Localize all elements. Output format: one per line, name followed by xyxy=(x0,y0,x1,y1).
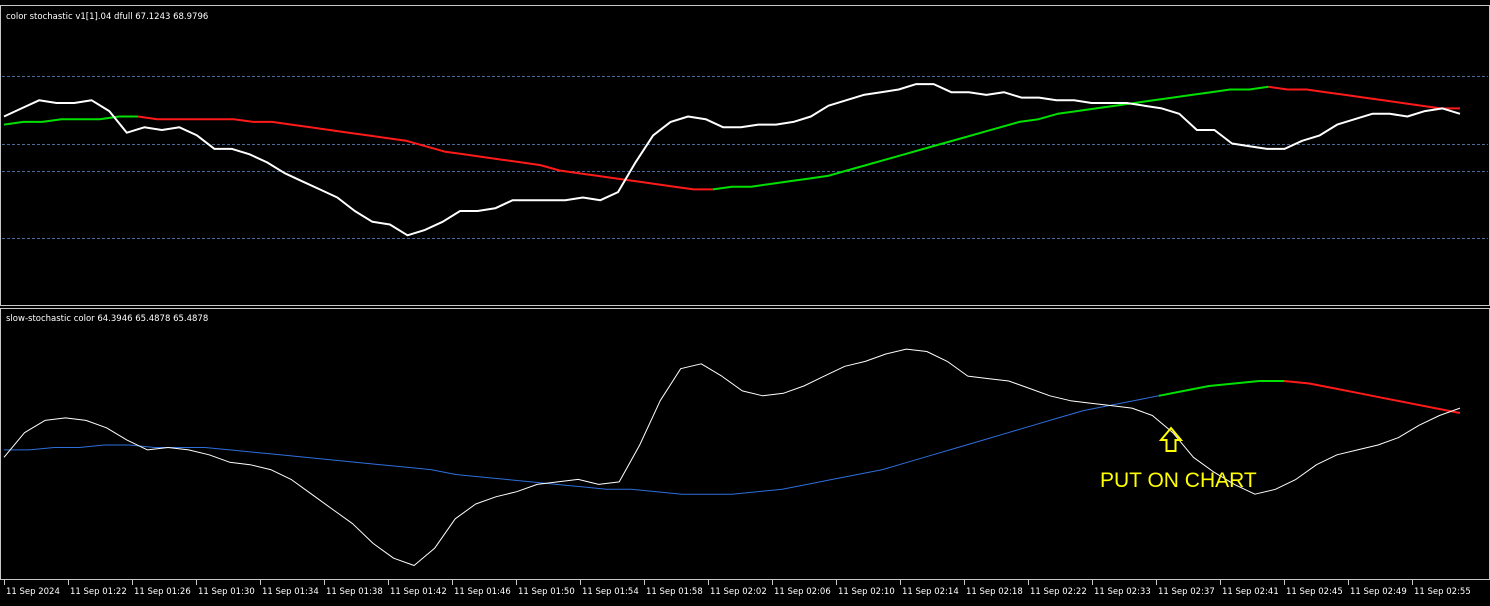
time-label: 11 Sep 02:18 xyxy=(966,587,1023,597)
time-label: 11 Sep 02:02 xyxy=(710,587,767,597)
time-label: 11 Sep 02:37 xyxy=(1158,587,1215,597)
time-label: 11 Sep 02:33 xyxy=(1094,587,1151,597)
time-label: 11 Sep 02:22 xyxy=(1030,587,1087,597)
time-label: 11 Sep 02:10 xyxy=(838,587,895,597)
time-label: 11 Sep 02:41 xyxy=(1222,587,1279,597)
annotation-text: PUT ON CHART xyxy=(1100,469,1257,492)
time-label: 11 Sep 01:58 xyxy=(646,587,703,597)
time-label: 11 Sep 02:06 xyxy=(774,587,831,597)
time-label: 11 Sep 01:46 xyxy=(454,587,511,597)
time-label: 11 Sep 02:45 xyxy=(1286,587,1343,597)
time-label: 11 Sep 01:50 xyxy=(518,587,575,597)
time-label: 11 Sep 01:54 xyxy=(582,587,639,597)
time-label: 11 Sep 01:42 xyxy=(390,587,447,597)
time-label: 11 Sep 01:22 xyxy=(70,587,127,597)
time-label: 11 Sep 02:49 xyxy=(1350,587,1407,597)
trading-chart[interactable]: color stochastic v1[1].04 dfull 67.1243 … xyxy=(0,0,1490,606)
top-indicator-label: color stochastic v1[1].04 dfull 67.1243 … xyxy=(6,12,208,22)
time-label: 11 Sep 01:34 xyxy=(262,587,319,597)
bottom-indicator-label: slow-stochastic color 64.3946 65.4878 65… xyxy=(6,314,208,324)
time-label: 11 Sep 02:14 xyxy=(902,587,959,597)
time-label: 11 Sep 2024 xyxy=(6,587,60,597)
time-label: 11 Sep 01:38 xyxy=(326,587,383,597)
time-label: 11 Sep 02:55 xyxy=(1414,587,1471,597)
time-label: 11 Sep 01:30 xyxy=(198,587,255,597)
time-label: 11 Sep 01:26 xyxy=(134,587,191,597)
